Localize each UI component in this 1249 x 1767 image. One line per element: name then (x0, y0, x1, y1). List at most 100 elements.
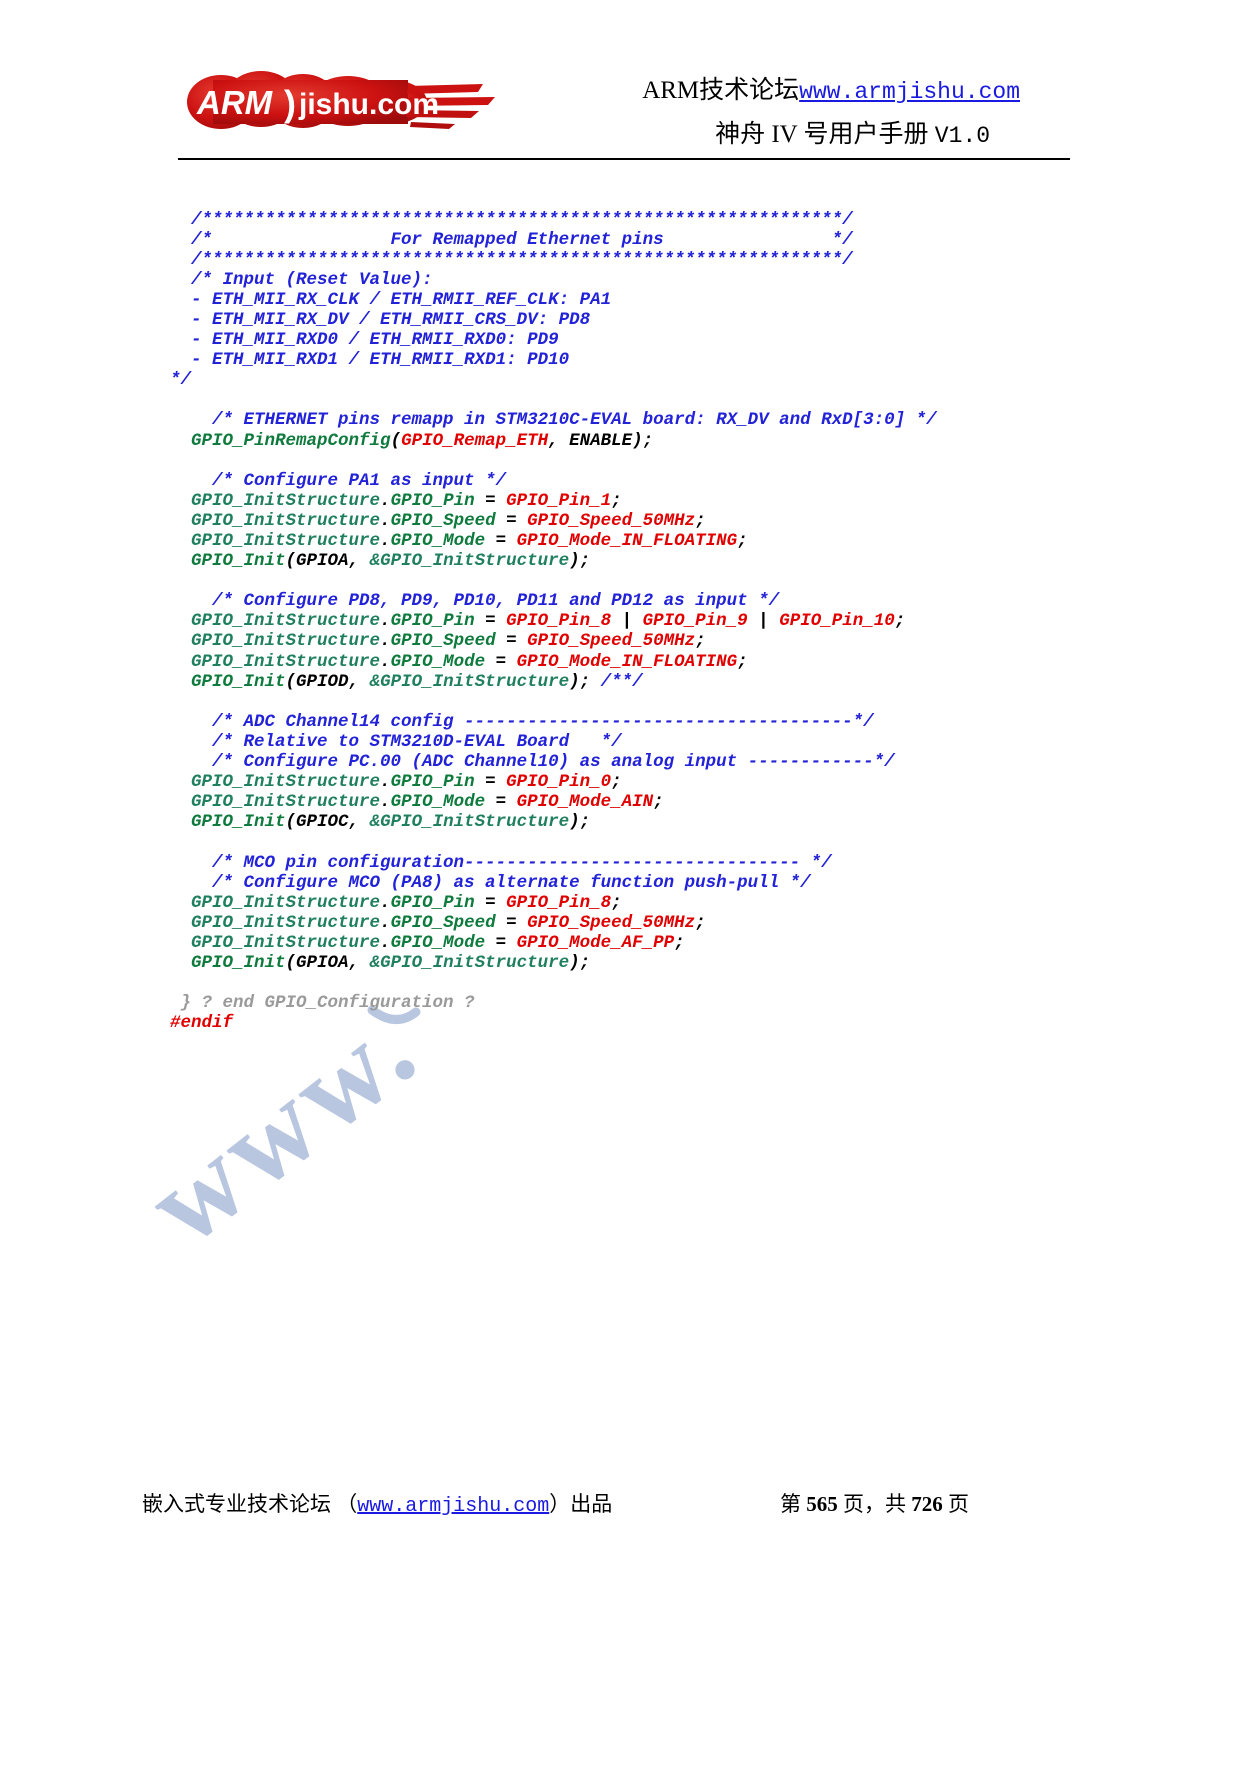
code-token: , (548, 430, 570, 451)
code-token: ; (611, 892, 622, 913)
code-line: /* Configure PA1 as input */ (170, 471, 1170, 491)
code-token: ( (285, 671, 297, 692)
code-token: GPIO_InitStructure (191, 932, 381, 953)
code-token: GPIO_Mode_AF_PP (516, 932, 675, 953)
code-token: /* For Remapped Ethernet pins */ (191, 229, 853, 250)
code-token: GPIO_Init (191, 952, 286, 973)
code-token: | (747, 611, 780, 632)
code-token: GPIO_InitStructure (191, 510, 381, 531)
code-token: . (380, 792, 391, 813)
code-token: GPIO_InitStructure (191, 531, 381, 551)
code-token: ; (894, 611, 906, 632)
code-token: . (380, 631, 391, 652)
code-line: /* ETHERNET pins remapp in STM3210C-EVAL… (170, 410, 1170, 430)
code-token: GPIO_InitStructure (191, 892, 381, 913)
code-token: . (380, 531, 391, 551)
code-token: GPIO_Remap_ETH (401, 430, 549, 451)
code-token: , (348, 952, 370, 973)
code-line: /* MCO pin configuration----------------… (170, 853, 1170, 873)
code-token: GPIOA (296, 952, 349, 973)
code-token: = (474, 772, 507, 793)
header-site-link[interactable]: www.armjishu.com (799, 79, 1020, 105)
code-token: ( (285, 812, 297, 833)
code-token: ); (632, 430, 654, 451)
code-token: GPIOC (296, 812, 349, 833)
code-token: GPIO_Pin_10 (779, 611, 895, 632)
code-token: /* Configure PD8, PD9, PD10, PD11 and PD… (212, 591, 780, 612)
code-line: GPIO_InitStructure.GPIO_Speed = GPIO_Spe… (170, 631, 1170, 651)
page-header: ARM ) jishu.com ARM技术论坛www.armjishu.com … (0, 0, 1249, 168)
header-subtitle: 神舟 IV 号用户手册 (715, 121, 929, 148)
code-token: GPIO_Mode_IN_FLOATING (516, 531, 738, 551)
code-token: ; (674, 932, 685, 953)
code-token: GPIO_Pin_8 (506, 892, 612, 913)
code-token: - ETH_MII_RXD0 / ETH_RMII_RXD0: PD9 (191, 330, 559, 351)
code-token: GPIO_Pin (390, 490, 475, 511)
code-line: GPIO_Init(GPIOD, &GPIO_InitStructure); /… (170, 672, 1170, 692)
code-token: , (348, 812, 370, 833)
code-token: = (485, 792, 517, 813)
page-mid: 页，共 (837, 1492, 912, 1516)
code-line: /* Configure PD8, PD9, PD10, PD11 and PD… (170, 591, 1170, 611)
code-line: GPIO_InitStructure.GPIO_Mode = GPIO_Mode… (170, 652, 1170, 672)
code-token: GPIO_Speed (390, 510, 496, 531)
code-token: ; (737, 651, 748, 672)
code-line: GPIO_InitStructure.GPIO_Mode = GPIO_Mode… (170, 531, 1170, 551)
code-token: &GPIO_InitStructure (369, 551, 570, 572)
code-listing: /***************************************… (170, 210, 1170, 1034)
code-line: GPIO_InitStructure.GPIO_Speed = GPIO_Spe… (170, 913, 1170, 933)
footer-site-link[interactable]: www.armjishu.com (357, 1495, 549, 1518)
code-token: = (485, 531, 517, 551)
code-token: . (380, 772, 391, 793)
code-line: /* ADC Channel14 config ----------------… (170, 712, 1170, 732)
code-token: /**/ (600, 671, 643, 692)
code-line: GPIO_InitStructure.GPIO_Mode = GPIO_Mode… (170, 933, 1170, 953)
code-token: /* Configure MCO (PA8) as alternate func… (212, 872, 811, 893)
code-token: GPIO_InitStructure (191, 490, 381, 511)
code-token: /* MCO pin configuration----------------… (212, 852, 832, 873)
code-token: - ETH_MII_RXD1 / ETH_RMII_RXD1: PD10 (191, 350, 570, 371)
code-token: */ (170, 370, 192, 391)
code-token: &GPIO_InitStructure (369, 952, 570, 973)
code-token: - ETH_MII_RX_DV / ETH_RMII_CRS_DV: PD8 (191, 309, 591, 330)
header-titles: ARM技术论坛www.armjishu.com 神舟 IV 号用户手册 V1.0 (600, 74, 1020, 156)
code-token: GPIO_Pin (390, 611, 475, 632)
footer-credit: 嵌入式专业技术论坛 （www.armjishu.com）出品 (142, 1488, 612, 1518)
code-token: GPIO_Speed (390, 912, 496, 933)
code-token: = (474, 892, 507, 913)
code-line: */ (170, 370, 1170, 390)
svg-text:jishu.com: jishu.com (298, 88, 439, 121)
code-token: . (380, 490, 391, 511)
code-token: GPIO_InitStructure (191, 651, 381, 672)
code-token: GPIO_InitStructure (191, 611, 381, 632)
page-watermark: www. (120, 981, 540, 1271)
code-token: ); (569, 671, 601, 692)
code-token: . (380, 892, 391, 913)
code-line: /* For Remapped Ethernet pins */ (170, 230, 1170, 250)
code-token: GPIO_InitStructure (191, 631, 381, 652)
code-line: - ETH_MII_RX_DV / ETH_RMII_CRS_DV: PD8 (170, 310, 1170, 330)
code-line: } ? end GPIO_Configuration ? (170, 993, 1170, 1013)
svg-text:www.: www. (123, 1000, 442, 1260)
code-token: = (495, 912, 528, 933)
code-token: ; (611, 490, 622, 511)
